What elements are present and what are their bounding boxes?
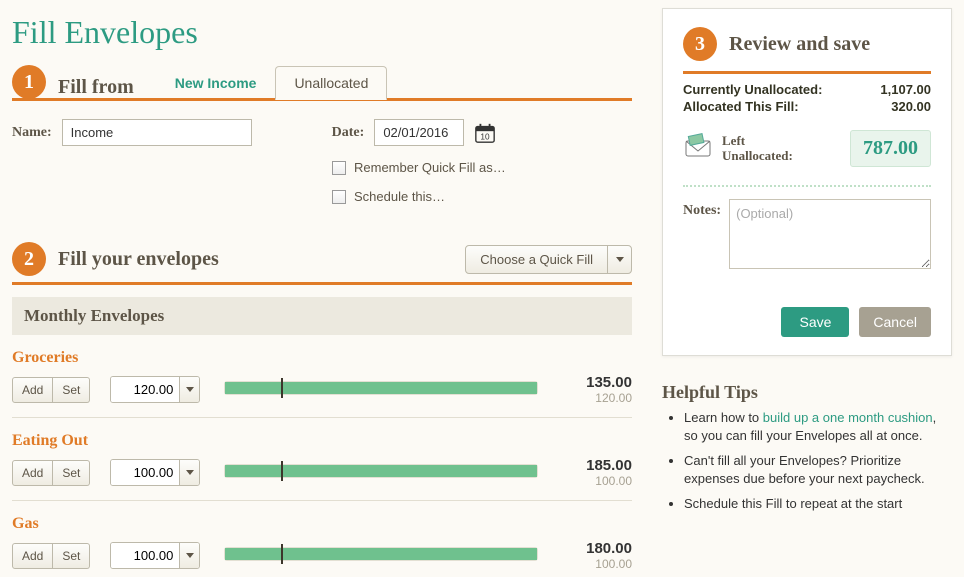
notes-label: Notes: — [683, 199, 721, 269]
envelope-balance: 185.00 — [562, 457, 632, 474]
add-button[interactable]: Add — [12, 377, 53, 403]
envelope-row: Groceries Add Set 135.00 120.00 — [12, 349, 632, 418]
page-title: Fill Envelopes — [12, 14, 632, 51]
allocated-this-fill-value: 320.00 — [891, 99, 931, 114]
name-input[interactable] — [62, 119, 252, 146]
quick-fill-dropdown[interactable]: Choose a Quick Fill — [465, 245, 632, 274]
tip-item: Schedule this Fill to repeat at the star… — [684, 495, 952, 513]
set-button[interactable]: Set — [53, 543, 90, 569]
amount-dropdown[interactable] — [179, 460, 199, 485]
envelope-prev: 120.00 — [562, 391, 632, 405]
amount-input[interactable] — [111, 377, 179, 402]
notes-textarea[interactable] — [729, 199, 931, 269]
helpful-tips: Helpful Tips Learn how to build up a one… — [662, 382, 952, 513]
envelope-prev: 100.00 — [562, 474, 632, 488]
tip-link[interactable]: build up a one month cushion — [763, 410, 933, 425]
envelope-bar — [224, 547, 538, 565]
envelope-prev: 100.00 — [562, 557, 632, 571]
left-unallocated-label-1: Left — [722, 134, 793, 148]
tab-new-income[interactable]: New Income — [156, 66, 276, 100]
remember-label: Remember Quick Fill as… — [354, 160, 506, 175]
envelope-name: Gas — [12, 515, 632, 533]
step-1-title: Fill from — [58, 76, 134, 99]
schedule-checkbox[interactable] — [332, 190, 346, 204]
currently-unallocated-value: 1,107.00 — [880, 82, 931, 97]
allocated-this-fill-label: Allocated This Fill: — [683, 99, 799, 114]
save-button[interactable]: Save — [781, 307, 849, 337]
date-input[interactable] — [374, 119, 464, 146]
set-button[interactable]: Set — [53, 460, 90, 486]
add-button[interactable]: Add — [12, 543, 53, 569]
monthly-envelopes-header: Monthly Envelopes — [12, 297, 632, 335]
amount-input[interactable] — [111, 460, 179, 485]
currently-unallocated-label: Currently Unallocated: — [683, 82, 822, 97]
add-button[interactable]: Add — [12, 460, 53, 486]
amount-dropdown[interactable] — [179, 377, 199, 402]
envelope-name: Eating Out — [12, 432, 632, 450]
envelope-icon — [683, 133, 713, 165]
svg-text:10: 10 — [481, 132, 491, 141]
schedule-label: Schedule this… — [354, 189, 445, 204]
date-label: Date: — [332, 125, 365, 141]
envelope-row: Gas Add Set 180.00 100.00 — [12, 515, 632, 571]
review-panel: 3 Review and save Currently Unallocated:… — [662, 8, 952, 356]
left-unallocated-label-2: Unallocated: — [722, 149, 793, 163]
envelope-bar — [224, 464, 538, 482]
remember-checkbox[interactable] — [332, 161, 346, 175]
step-2-badge: 2 — [12, 242, 46, 276]
fill-from-tabs: New Income Unallocated — [156, 65, 388, 99]
envelope-bar — [224, 381, 538, 399]
set-button[interactable]: Set — [53, 377, 90, 403]
step-3-badge: 3 — [683, 27, 717, 61]
amount-dropdown[interactable] — [179, 543, 199, 568]
chevron-down-icon — [607, 246, 631, 273]
tab-unallocated[interactable]: Unallocated — [275, 66, 387, 100]
tip-item: Can't fill all your Envelopes? Prioritiz… — [684, 452, 952, 487]
tips-header: Helpful Tips — [662, 382, 952, 403]
step-1-badge: 1 — [12, 65, 46, 99]
step-2-title: Fill your envelopes — [58, 248, 219, 271]
calendar-icon[interactable]: 10 — [474, 122, 496, 144]
step-3-title: Review and save — [729, 33, 870, 56]
amount-input[interactable] — [111, 543, 179, 568]
envelope-row: Eating Out Add Set 185.00 100.00 — [12, 432, 632, 501]
left-unallocated-value: 787.00 — [850, 130, 931, 167]
cancel-button[interactable]: Cancel — [859, 307, 931, 337]
envelope-name: Groceries — [12, 349, 632, 367]
name-label: Name: — [12, 125, 52, 141]
quick-fill-label: Choose a Quick Fill — [466, 246, 607, 273]
tip-item: Learn how to build up a one month cushio… — [684, 409, 952, 444]
envelope-balance: 135.00 — [562, 374, 632, 391]
envelope-balance: 180.00 — [562, 540, 632, 557]
